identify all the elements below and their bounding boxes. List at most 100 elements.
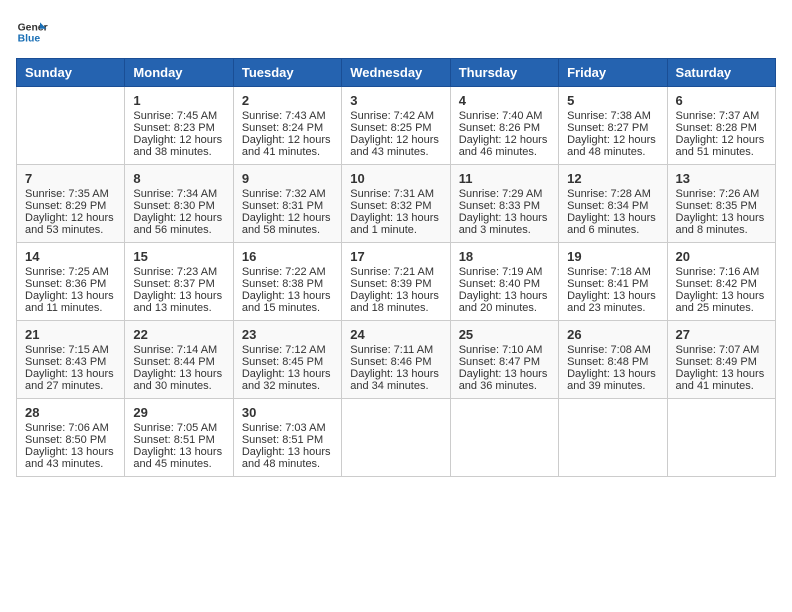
day-number: 12 bbox=[567, 171, 658, 186]
day-number: 16 bbox=[242, 249, 333, 264]
day-cell: 27 Sunrise: 7:07 AM Sunset: 8:49 PM Dayl… bbox=[667, 321, 775, 399]
daylight-text: Daylight: 13 hours and 8 minutes. bbox=[676, 212, 765, 236]
daylight-text: Daylight: 13 hours and 43 minutes. bbox=[25, 446, 114, 470]
daylight-text: Daylight: 12 hours and 41 minutes. bbox=[242, 134, 331, 158]
sunrise-text: Sunrise: 7:11 AM bbox=[350, 344, 433, 356]
daylight-text: Daylight: 13 hours and 36 minutes. bbox=[459, 368, 548, 392]
sunset-text: Sunset: 8:28 PM bbox=[676, 122, 757, 134]
day-number: 4 bbox=[459, 93, 550, 108]
sunset-text: Sunset: 8:31 PM bbox=[242, 200, 323, 212]
sunrise-text: Sunrise: 7:42 AM bbox=[350, 110, 434, 122]
day-cell: 24 Sunrise: 7:11 AM Sunset: 8:46 PM Dayl… bbox=[342, 321, 450, 399]
sunrise-text: Sunrise: 7:43 AM bbox=[242, 110, 326, 122]
day-cell: 22 Sunrise: 7:14 AM Sunset: 8:44 PM Dayl… bbox=[125, 321, 233, 399]
daylight-text: Daylight: 13 hours and 45 minutes. bbox=[133, 446, 222, 470]
day-cell: 4 Sunrise: 7:40 AM Sunset: 8:26 PM Dayli… bbox=[450, 87, 558, 165]
weekday-header-monday: Monday bbox=[125, 59, 233, 87]
week-row-2: 7 Sunrise: 7:35 AM Sunset: 8:29 PM Dayli… bbox=[17, 165, 776, 243]
day-cell: 18 Sunrise: 7:19 AM Sunset: 8:40 PM Dayl… bbox=[450, 243, 558, 321]
day-number: 11 bbox=[459, 171, 550, 186]
logo: General Blue bbox=[16, 16, 48, 48]
sunset-text: Sunset: 8:35 PM bbox=[676, 200, 757, 212]
sunrise-text: Sunrise: 7:35 AM bbox=[25, 188, 109, 200]
day-cell: 16 Sunrise: 7:22 AM Sunset: 8:38 PM Dayl… bbox=[233, 243, 341, 321]
sunset-text: Sunset: 8:24 PM bbox=[242, 122, 323, 134]
day-cell bbox=[17, 87, 125, 165]
sunrise-text: Sunrise: 7:23 AM bbox=[133, 266, 217, 278]
sunset-text: Sunset: 8:29 PM bbox=[25, 200, 106, 212]
sunrise-text: Sunrise: 7:05 AM bbox=[133, 422, 217, 434]
day-cell: 19 Sunrise: 7:18 AM Sunset: 8:41 PM Dayl… bbox=[559, 243, 667, 321]
daylight-text: Daylight: 13 hours and 3 minutes. bbox=[459, 212, 548, 236]
sunset-text: Sunset: 8:42 PM bbox=[676, 278, 757, 290]
sunset-text: Sunset: 8:49 PM bbox=[676, 356, 757, 368]
day-cell bbox=[450, 399, 558, 477]
sunset-text: Sunset: 8:45 PM bbox=[242, 356, 323, 368]
day-number: 8 bbox=[133, 171, 224, 186]
sunset-text: Sunset: 8:51 PM bbox=[242, 434, 323, 446]
day-number: 27 bbox=[676, 327, 767, 342]
daylight-text: Daylight: 12 hours and 56 minutes. bbox=[133, 212, 222, 236]
daylight-text: Daylight: 12 hours and 46 minutes. bbox=[459, 134, 548, 158]
day-number: 25 bbox=[459, 327, 550, 342]
day-cell: 15 Sunrise: 7:23 AM Sunset: 8:37 PM Dayl… bbox=[125, 243, 233, 321]
day-cell: 13 Sunrise: 7:26 AM Sunset: 8:35 PM Dayl… bbox=[667, 165, 775, 243]
week-row-5: 28 Sunrise: 7:06 AM Sunset: 8:50 PM Dayl… bbox=[17, 399, 776, 477]
sunset-text: Sunset: 8:50 PM bbox=[25, 434, 106, 446]
day-cell bbox=[667, 399, 775, 477]
daylight-text: Daylight: 13 hours and 48 minutes. bbox=[242, 446, 331, 470]
daylight-text: Daylight: 13 hours and 30 minutes. bbox=[133, 368, 222, 392]
day-number: 13 bbox=[676, 171, 767, 186]
weekday-header-saturday: Saturday bbox=[667, 59, 775, 87]
sunset-text: Sunset: 8:39 PM bbox=[350, 278, 431, 290]
sunset-text: Sunset: 8:41 PM bbox=[567, 278, 648, 290]
weekday-header-row: SundayMondayTuesdayWednesdayThursdayFrid… bbox=[17, 59, 776, 87]
day-cell: 28 Sunrise: 7:06 AM Sunset: 8:50 PM Dayl… bbox=[17, 399, 125, 477]
sunset-text: Sunset: 8:32 PM bbox=[350, 200, 431, 212]
day-cell: 23 Sunrise: 7:12 AM Sunset: 8:45 PM Dayl… bbox=[233, 321, 341, 399]
sunrise-text: Sunrise: 7:19 AM bbox=[459, 266, 543, 278]
day-cell: 5 Sunrise: 7:38 AM Sunset: 8:27 PM Dayli… bbox=[559, 87, 667, 165]
weekday-header-thursday: Thursday bbox=[450, 59, 558, 87]
day-number: 21 bbox=[25, 327, 116, 342]
daylight-text: Daylight: 13 hours and 27 minutes. bbox=[25, 368, 114, 392]
day-cell bbox=[342, 399, 450, 477]
sunrise-text: Sunrise: 7:26 AM bbox=[676, 188, 760, 200]
daylight-text: Daylight: 12 hours and 48 minutes. bbox=[567, 134, 656, 158]
daylight-text: Daylight: 13 hours and 6 minutes. bbox=[567, 212, 656, 236]
week-row-3: 14 Sunrise: 7:25 AM Sunset: 8:36 PM Dayl… bbox=[17, 243, 776, 321]
day-cell: 21 Sunrise: 7:15 AM Sunset: 8:43 PM Dayl… bbox=[17, 321, 125, 399]
day-number: 30 bbox=[242, 405, 333, 420]
sunset-text: Sunset: 8:51 PM bbox=[133, 434, 214, 446]
day-cell: 11 Sunrise: 7:29 AM Sunset: 8:33 PM Dayl… bbox=[450, 165, 558, 243]
daylight-text: Daylight: 12 hours and 58 minutes. bbox=[242, 212, 331, 236]
day-cell: 20 Sunrise: 7:16 AM Sunset: 8:42 PM Dayl… bbox=[667, 243, 775, 321]
page-header: General Blue bbox=[16, 16, 776, 48]
daylight-text: Daylight: 13 hours and 11 minutes. bbox=[25, 290, 114, 314]
sunset-text: Sunset: 8:36 PM bbox=[25, 278, 106, 290]
sunrise-text: Sunrise: 7:15 AM bbox=[25, 344, 109, 356]
sunset-text: Sunset: 8:30 PM bbox=[133, 200, 214, 212]
day-cell: 9 Sunrise: 7:32 AM Sunset: 8:31 PM Dayli… bbox=[233, 165, 341, 243]
daylight-text: Daylight: 13 hours and 32 minutes. bbox=[242, 368, 331, 392]
day-cell: 25 Sunrise: 7:10 AM Sunset: 8:47 PM Dayl… bbox=[450, 321, 558, 399]
sunrise-text: Sunrise: 7:07 AM bbox=[676, 344, 760, 356]
sunset-text: Sunset: 8:38 PM bbox=[242, 278, 323, 290]
weekday-header-friday: Friday bbox=[559, 59, 667, 87]
day-number: 15 bbox=[133, 249, 224, 264]
day-number: 3 bbox=[350, 93, 441, 108]
sunrise-text: Sunrise: 7:28 AM bbox=[567, 188, 651, 200]
day-cell: 8 Sunrise: 7:34 AM Sunset: 8:30 PM Dayli… bbox=[125, 165, 233, 243]
day-cell: 30 Sunrise: 7:03 AM Sunset: 8:51 PM Dayl… bbox=[233, 399, 341, 477]
day-number: 20 bbox=[676, 249, 767, 264]
sunrise-text: Sunrise: 7:37 AM bbox=[676, 110, 760, 122]
weekday-header-tuesday: Tuesday bbox=[233, 59, 341, 87]
weekday-header-sunday: Sunday bbox=[17, 59, 125, 87]
day-number: 5 bbox=[567, 93, 658, 108]
sunrise-text: Sunrise: 7:34 AM bbox=[133, 188, 217, 200]
svg-text:Blue: Blue bbox=[18, 34, 41, 45]
weekday-header-wednesday: Wednesday bbox=[342, 59, 450, 87]
day-cell: 2 Sunrise: 7:43 AM Sunset: 8:24 PM Dayli… bbox=[233, 87, 341, 165]
sunset-text: Sunset: 8:48 PM bbox=[567, 356, 648, 368]
day-cell: 1 Sunrise: 7:45 AM Sunset: 8:23 PM Dayli… bbox=[125, 87, 233, 165]
